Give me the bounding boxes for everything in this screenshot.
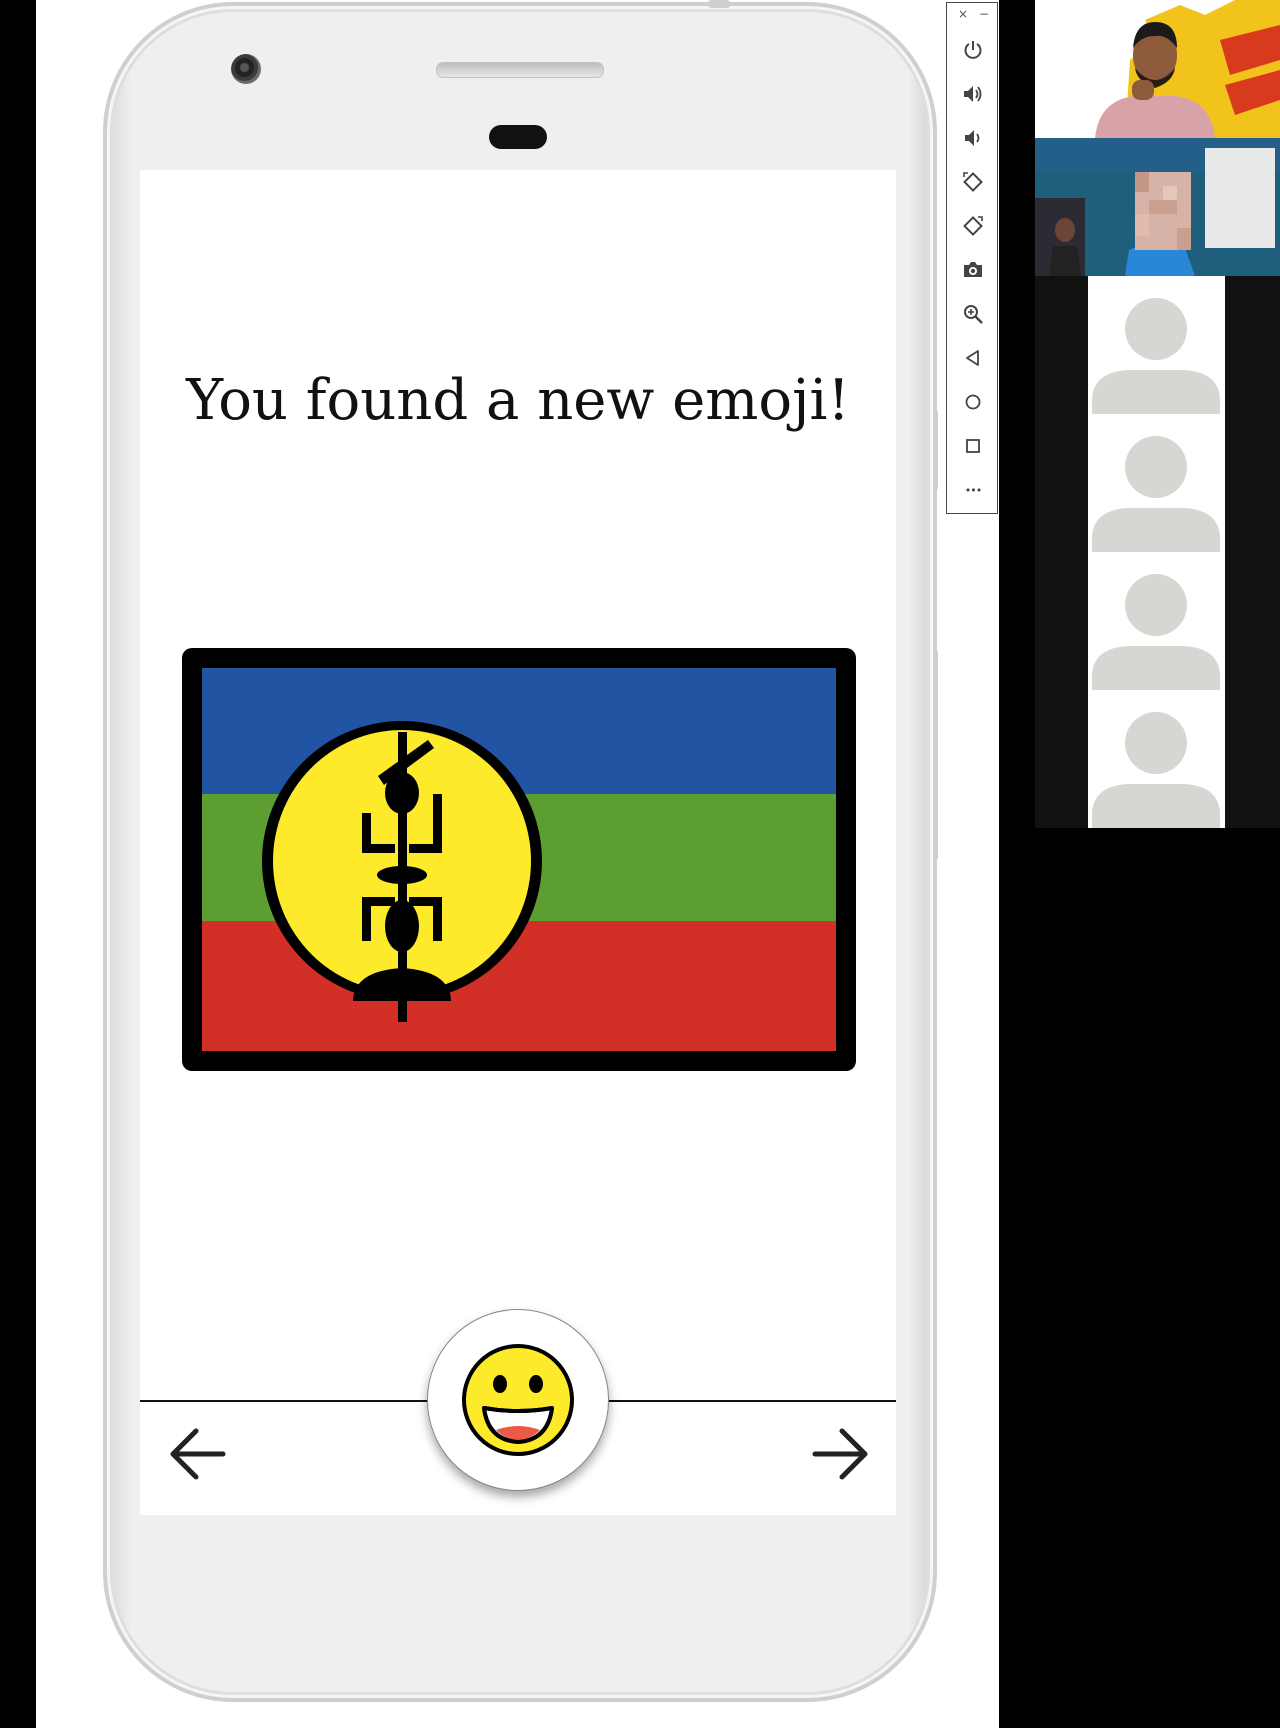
app-screen: You found a new emoji! — [140, 170, 896, 1515]
arrow-left-icon — [170, 1428, 226, 1480]
camera-icon — [964, 262, 982, 277]
volume-up-button[interactable] — [959, 80, 987, 108]
volume-down-button[interactable] — [959, 124, 987, 152]
power-button[interactable] — [959, 36, 987, 64]
user-placeholder-icon — [1088, 276, 1225, 414]
close-icon[interactable]: × — [954, 7, 972, 21]
rotate-right-icon — [963, 216, 983, 236]
emulator-toolbar-header: × − — [947, 3, 997, 31]
video-gallery — [1035, 0, 1280, 828]
back-icon — [966, 350, 979, 366]
front-camera-icon — [231, 54, 261, 84]
android-overview-button[interactable] — [959, 432, 987, 460]
rotate-right-button[interactable] — [959, 212, 987, 240]
phone-power-button — [933, 410, 938, 490]
user-placeholder-icon — [1088, 414, 1225, 552]
proximity-sensor — [489, 125, 547, 149]
phone-volume-button — [933, 650, 938, 860]
participant-avatar-3[interactable] — [1088, 276, 1225, 414]
participant-avatar-5[interactable] — [1088, 552, 1225, 690]
overview-icon — [966, 439, 980, 453]
minimize-icon[interactable]: − — [975, 7, 993, 21]
user-placeholder-icon — [1088, 552, 1225, 690]
earpiece-speaker — [436, 62, 604, 78]
user-placeholder-icon — [1088, 690, 1225, 828]
participant-avatar-6[interactable] — [1088, 690, 1225, 828]
participant-video-2-frame — [1035, 138, 1280, 276]
participant-avatar-4[interactable] — [1088, 414, 1225, 552]
arrow-right-icon — [812, 1428, 868, 1480]
home-icon — [965, 394, 981, 410]
emoji-picker-button[interactable] — [427, 1309, 609, 1491]
zoom-icon — [964, 305, 983, 324]
volume-down-icon — [965, 130, 980, 146]
emulator-toolbar: × − ••• — [946, 2, 998, 514]
rotate-left-button[interactable] — [959, 168, 987, 196]
participant-avatar-column — [1088, 276, 1225, 828]
participant-video-1[interactable] — [1035, 0, 1280, 138]
android-back-button[interactable] — [959, 344, 987, 372]
more-icon[interactable]: ••• — [959, 476, 987, 504]
android-home-button[interactable] — [959, 388, 987, 416]
participant-video-2[interactable] — [1035, 138, 1280, 276]
new-caledonia-flag-icon — [182, 648, 856, 1071]
rotate-left-icon — [963, 172, 983, 192]
screenshot-button[interactable] — [959, 256, 987, 284]
power-icon — [964, 41, 982, 59]
page-title: You found a new emoji! — [186, 368, 850, 433]
volume-up-icon — [964, 86, 982, 102]
back-button[interactable] — [164, 1421, 232, 1483]
phone-top-notch — [708, 0, 730, 8]
zoom-button[interactable] — [959, 300, 987, 328]
participant-video-1-frame — [1035, 0, 1280, 138]
grinning-face-icon — [462, 1344, 574, 1456]
next-button[interactable] — [806, 1421, 874, 1483]
